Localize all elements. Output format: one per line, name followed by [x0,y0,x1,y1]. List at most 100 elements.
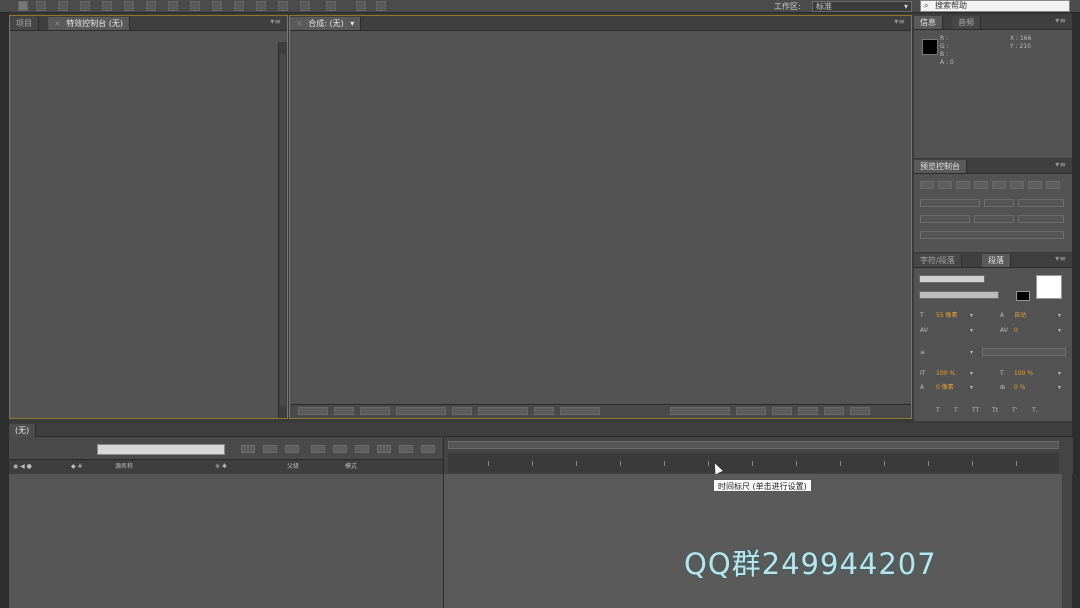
fill-color-swatch[interactable] [1036,275,1062,299]
zoom-tool-icon[interactable] [58,1,68,11]
world-axis-icon[interactable] [376,1,386,11]
tab-composition[interactable]: × 合成: (无) ▾ [290,17,362,30]
text-tool-icon[interactable] [190,1,200,11]
panel-menu-icon[interactable]: ▾≡ [894,17,905,26]
faux-bold-icon[interactable]: T [936,407,940,414]
last-frame-button[interactable] [992,181,1006,189]
time-ruler[interactable] [448,453,1059,473]
fast-preview-icon[interactable] [772,407,792,415]
font-style-dropdown[interactable] [919,291,999,299]
preview-options-row[interactable] [920,231,1064,239]
mask-tool-icon[interactable] [146,1,156,11]
panel-menu-icon[interactable]: ▾≡ [1055,160,1066,169]
shy-layers-icon[interactable] [285,445,299,453]
frame-rate-field[interactable] [984,199,1014,207]
auto-keyframe-icon[interactable] [421,445,435,453]
resolution-dropdown[interactable] [478,407,528,415]
ram-preview-options[interactable] [920,199,980,207]
project-scrollbar[interactable] [278,42,287,418]
subscript-icon[interactable]: T, [1032,407,1038,414]
axis-mode-icon[interactable] [356,1,366,11]
close-icon[interactable]: × [54,19,61,28]
search-help-input[interactable]: ⌕ 搜索帮助 [920,0,1070,12]
work-area-bar[interactable] [448,441,1059,449]
panel-menu-icon[interactable]: ▾≡ [1055,16,1066,25]
live-update-icon[interactable] [399,445,413,453]
stroke-color-swatch[interactable] [1016,291,1030,301]
baseline-shift-value[interactable]: 0 像素 [936,384,954,391]
stroke-style-dropdown[interactable] [982,348,1066,356]
timeline-toggle-icon[interactable] [798,407,818,415]
comp-mini-flowchart-icon[interactable] [241,445,255,453]
roto-brush-tool-icon[interactable] [278,1,288,11]
scrollbar-thumb[interactable] [280,54,286,406]
panel-menu-icon[interactable]: ▾≡ [270,17,281,26]
column-mode[interactable]: 模式 [345,463,357,470]
magnification-dropdown[interactable] [298,407,328,415]
leading-value[interactable]: 自动 [1014,312,1026,319]
loop-button[interactable] [1028,181,1042,189]
play-button[interactable] [956,181,970,189]
first-frame-button[interactable] [920,181,934,189]
view-layout-dropdown[interactable] [736,407,766,415]
exposure-icon[interactable] [850,407,870,415]
audio-toggle-button[interactable] [1010,181,1024,189]
hand-tool-icon[interactable] [36,1,46,11]
close-icon[interactable]: × [296,19,303,28]
snapshot-button[interactable] [396,407,446,415]
graph-editor-icon[interactable] [377,445,391,453]
tab-paragraph[interactable]: 段落 [982,254,1011,267]
draft-3d-icon[interactable] [263,445,277,453]
from-current-checkbox[interactable] [974,215,1014,223]
tab-preview[interactable]: 预览控制台 [914,160,967,173]
clone-tool-icon[interactable] [234,1,244,11]
tracking-value[interactable]: 0 [1014,327,1018,334]
roi-toggle-icon[interactable] [534,407,554,415]
timeline-scrollbar[interactable] [1062,474,1072,608]
workspace-select[interactable]: 标准 ▾ [812,1,912,12]
full-screen-checkbox[interactable] [1018,215,1064,223]
flowchart-icon[interactable] [824,407,844,415]
panel-menu-icon[interactable]: ▾≡ [1055,254,1066,263]
tsume-value[interactable]: 0 % [1014,384,1025,391]
ram-preview-button[interactable] [1046,181,1060,189]
layer-search-input[interactable] [97,444,225,455]
small-caps-icon[interactable]: Tt [992,407,998,414]
font-size-value[interactable]: 55 像素 [936,312,958,319]
tab-project[interactable]: 项目 [10,17,39,30]
tab-effect-controls[interactable]: × 特效控制台 (无) [48,17,131,30]
brainstorm-icon[interactable] [355,445,369,453]
pen-tool-icon[interactable] [168,1,178,11]
timecode-field[interactable] [360,407,390,415]
tab-audio[interactable]: 音频 [952,16,981,29]
skip-field[interactable] [1018,199,1064,207]
motion-blur-icon[interactable] [333,445,347,453]
snap-toggle-icon[interactable] [326,1,336,11]
horizontal-scale-value[interactable]: 100 % [1014,370,1033,377]
view-dropdown[interactable] [560,407,600,415]
tab-character[interactable]: 字符/段落 [914,254,962,267]
channel-toggle-icon[interactable] [452,407,472,415]
prev-frame-button[interactable] [938,181,952,189]
brush-tool-icon[interactable] [212,1,222,11]
column-parent[interactable]: 父级 [287,463,299,470]
resolution-field[interactable] [920,215,970,223]
superscript-icon[interactable]: T' [1012,407,1017,414]
pan-behind-tool-icon[interactable] [124,1,134,11]
all-caps-icon[interactable]: TT [972,407,979,414]
eraser-tool-icon[interactable] [256,1,266,11]
grid-toggle-icon[interactable] [334,407,354,415]
font-family-dropdown[interactable] [919,275,985,283]
tab-timeline[interactable]: (无) [9,424,37,437]
camera-tool-icon[interactable] [102,1,112,11]
next-frame-button[interactable] [974,181,988,189]
column-source-name[interactable]: 源名称 [115,463,133,470]
vertical-scale-value[interactable]: 100 % [936,370,955,377]
frame-blending-icon[interactable] [311,445,325,453]
puppet-tool-icon[interactable] [300,1,310,11]
selection-tool-icon[interactable] [18,1,28,11]
faux-italic-icon[interactable]: T [954,407,958,414]
camera-view-dropdown[interactable] [670,407,730,415]
tab-info[interactable]: 信息 [914,16,943,29]
rotate-tool-icon[interactable] [80,1,90,11]
